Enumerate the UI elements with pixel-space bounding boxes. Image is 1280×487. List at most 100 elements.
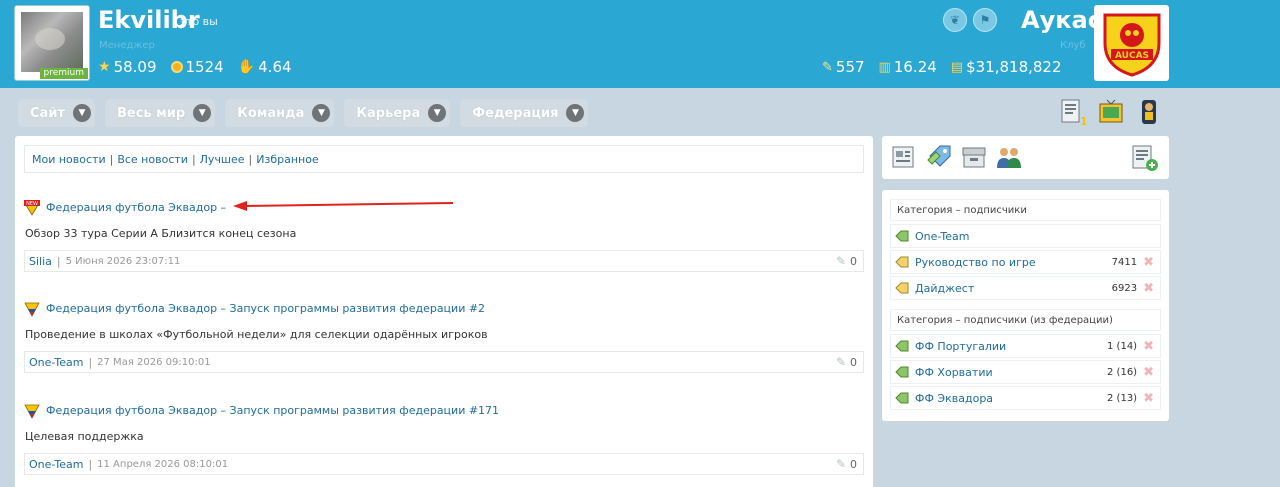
news-title-link[interactable]: Федерация футбола Эквадор – Запуск прогр… xyxy=(46,302,485,315)
nav-world[interactable]: Весь мир ▼ xyxy=(104,99,216,127)
subscriber-count: 2 (13) xyxy=(1107,392,1138,404)
user-you-label: это вы xyxy=(180,15,218,28)
stat-tags: ✎ 557 xyxy=(822,58,865,76)
coach-icon[interactable] xyxy=(1136,98,1162,126)
user-avatar[interactable]: premium xyxy=(14,5,90,81)
club-name-link[interactable]: Аукас xyxy=(1021,6,1102,34)
tag-green-icon xyxy=(895,392,909,404)
news-description: Целевая поддержка xyxy=(25,430,144,443)
remove-icon[interactable]: ✖ xyxy=(1143,391,1154,406)
tag-green-icon xyxy=(895,230,909,242)
tv-icon[interactable] xyxy=(1098,98,1124,126)
meta-separator: | xyxy=(88,355,93,369)
news-author-link[interactable]: One-Team xyxy=(29,356,83,369)
category-header: Категория – подписчики (из федерации) xyxy=(890,309,1161,331)
tag-green-icon xyxy=(895,340,909,352)
news-author-link[interactable]: One-Team xyxy=(29,458,83,471)
subscriptions-panel: Категория – подписчики One-Team Руководс… xyxy=(882,190,1169,421)
category-row: One-Team xyxy=(890,224,1161,248)
user-stats: ★ 58.09 1524 ✋ 4.64 xyxy=(98,58,292,76)
top-header: premium Ekvilibr это вы Менеджер ★ 58.09 … xyxy=(0,0,1280,88)
new-badge-icon: NEW xyxy=(24,199,40,216)
category-link[interactable]: ФФ Хорватии xyxy=(915,366,993,379)
svg-text:1: 1 xyxy=(1080,115,1086,126)
red-arrow-annotation xyxy=(233,201,454,211)
stat-rating: ★ 58.09 xyxy=(98,58,157,76)
stat-hand: ✋ 4.64 xyxy=(237,58,292,76)
nav-team[interactable]: Команда ▼ xyxy=(225,99,335,127)
chevron-down-icon[interactable]: ▼ xyxy=(312,104,331,122)
comments-link[interactable]: ✎ 0 xyxy=(836,254,857,268)
tab-separator: | xyxy=(191,152,196,166)
tab-separator: | xyxy=(248,152,253,166)
news-tools-panel xyxy=(882,136,1169,179)
chevron-down-icon[interactable]: ▼ xyxy=(428,104,447,122)
tab-all-news[interactable]: Все новости xyxy=(117,153,188,166)
news-title-row: Федерация футбола Эквадор – Запуск прогр… xyxy=(24,402,864,419)
aucas-crest-icon: AUCAS xyxy=(1103,13,1160,77)
archive-icon[interactable] xyxy=(961,144,987,173)
stat-coins: 1524 xyxy=(170,58,224,76)
comments-link[interactable]: ✎ 0 xyxy=(836,355,857,369)
category-header: Категория – подписчики xyxy=(890,199,1161,221)
nav-federation[interactable]: Федерация ▼ xyxy=(460,99,589,127)
category-link[interactable]: One-Team xyxy=(915,230,969,243)
category-row: Руководство по игре 7411 ✖ xyxy=(890,250,1161,274)
hand-icon: ✋ xyxy=(237,59,256,75)
ecuador-flag-icon xyxy=(24,403,40,419)
category-row: Дайджест 6923 ✖ xyxy=(890,276,1161,300)
tab-my-news[interactable]: Мои новости xyxy=(32,153,106,166)
nav-site[interactable]: Сайт ▼ xyxy=(18,99,95,127)
trophy-icon[interactable]: ❦ xyxy=(943,8,967,32)
coin-icon xyxy=(170,61,183,73)
premium-badge: premium xyxy=(39,68,88,79)
ecuador-flag-icon xyxy=(24,301,40,317)
remove-icon[interactable]: ✖ xyxy=(1143,255,1154,270)
club-logo[interactable]: AUCAS xyxy=(1094,5,1169,81)
subscriber-count: 1 (14) xyxy=(1107,340,1138,352)
news-tabs: Мои новости | Все новости | Лучшее | Изб… xyxy=(24,145,864,173)
news-item: Федерация футбола Эквадор – Запуск прогр… xyxy=(24,402,864,475)
remove-icon[interactable]: ✖ xyxy=(1143,365,1154,380)
news-item: Федерация футбола Эквадор – Запуск прогр… xyxy=(24,300,864,373)
comments-link[interactable]: ✎ 0 xyxy=(836,457,857,471)
news-title-link[interactable]: Федерация футбола Эквадор – xyxy=(46,201,226,214)
news-tools xyxy=(891,144,1022,173)
news-meta: One-Team | 11 Апреля 2026 08:10:01 ✎ 0 xyxy=(24,453,864,475)
comment-icon: ✎ xyxy=(835,254,846,268)
remove-icon[interactable]: ✖ xyxy=(1143,339,1154,354)
news-author-link[interactable]: Silia xyxy=(29,255,52,268)
category-link[interactable]: ФФ Португалии xyxy=(915,340,1006,353)
chevron-down-icon[interactable]: ▼ xyxy=(193,104,212,122)
tag-yellow-icon xyxy=(895,256,909,268)
boot-icon[interactable]: ⚑ xyxy=(973,8,997,32)
newspaper-icon[interactable] xyxy=(891,144,917,173)
news-date: 5 Июня 2026 23:07:11 xyxy=(65,255,181,267)
category-link[interactable]: Дайджест xyxy=(915,282,974,295)
chevron-down-icon[interactable]: ▼ xyxy=(72,104,91,122)
avatar-photo xyxy=(21,12,83,72)
tab-favorites[interactable]: Избранное xyxy=(256,153,318,166)
meta-separator: | xyxy=(88,457,93,471)
tab-separator: | xyxy=(109,152,114,166)
tags-icon[interactable] xyxy=(926,144,952,173)
add-news-icon[interactable] xyxy=(1131,144,1159,175)
users-icon[interactable] xyxy=(996,144,1022,173)
club-role: Клуб xyxy=(1060,40,1086,51)
category-link[interactable]: Руководство по игре xyxy=(915,256,1036,269)
news-sheet-icon[interactable]: 1 xyxy=(1060,98,1088,128)
news-date: 11 Апреля 2026 08:10:01 xyxy=(97,458,229,470)
news-title-link[interactable]: Федерация футбола Эквадор – Запуск прогр… xyxy=(46,404,499,417)
category-link[interactable]: ФФ Эквадора xyxy=(915,392,993,405)
news-panel: Мои новости | Все новости | Лучшее | Изб… xyxy=(15,136,873,487)
remove-icon[interactable]: ✖ xyxy=(1143,281,1154,296)
tag-icon: ✎ xyxy=(822,59,833,75)
svg-text:AUCAS: AUCAS xyxy=(1114,51,1148,61)
subscriber-count: 6923 xyxy=(1111,282,1138,294)
chevron-down-icon[interactable]: ▼ xyxy=(566,104,585,122)
tab-best[interactable]: Лучшее xyxy=(200,153,245,166)
news-meta: One-Team | 27 Мая 2026 09:10:01 ✎ 0 xyxy=(24,351,864,373)
news-date: 27 Мая 2026 09:10:01 xyxy=(97,356,211,368)
money-icon: ▤ xyxy=(950,59,964,75)
nav-career[interactable]: Карьера ▼ xyxy=(344,99,451,127)
